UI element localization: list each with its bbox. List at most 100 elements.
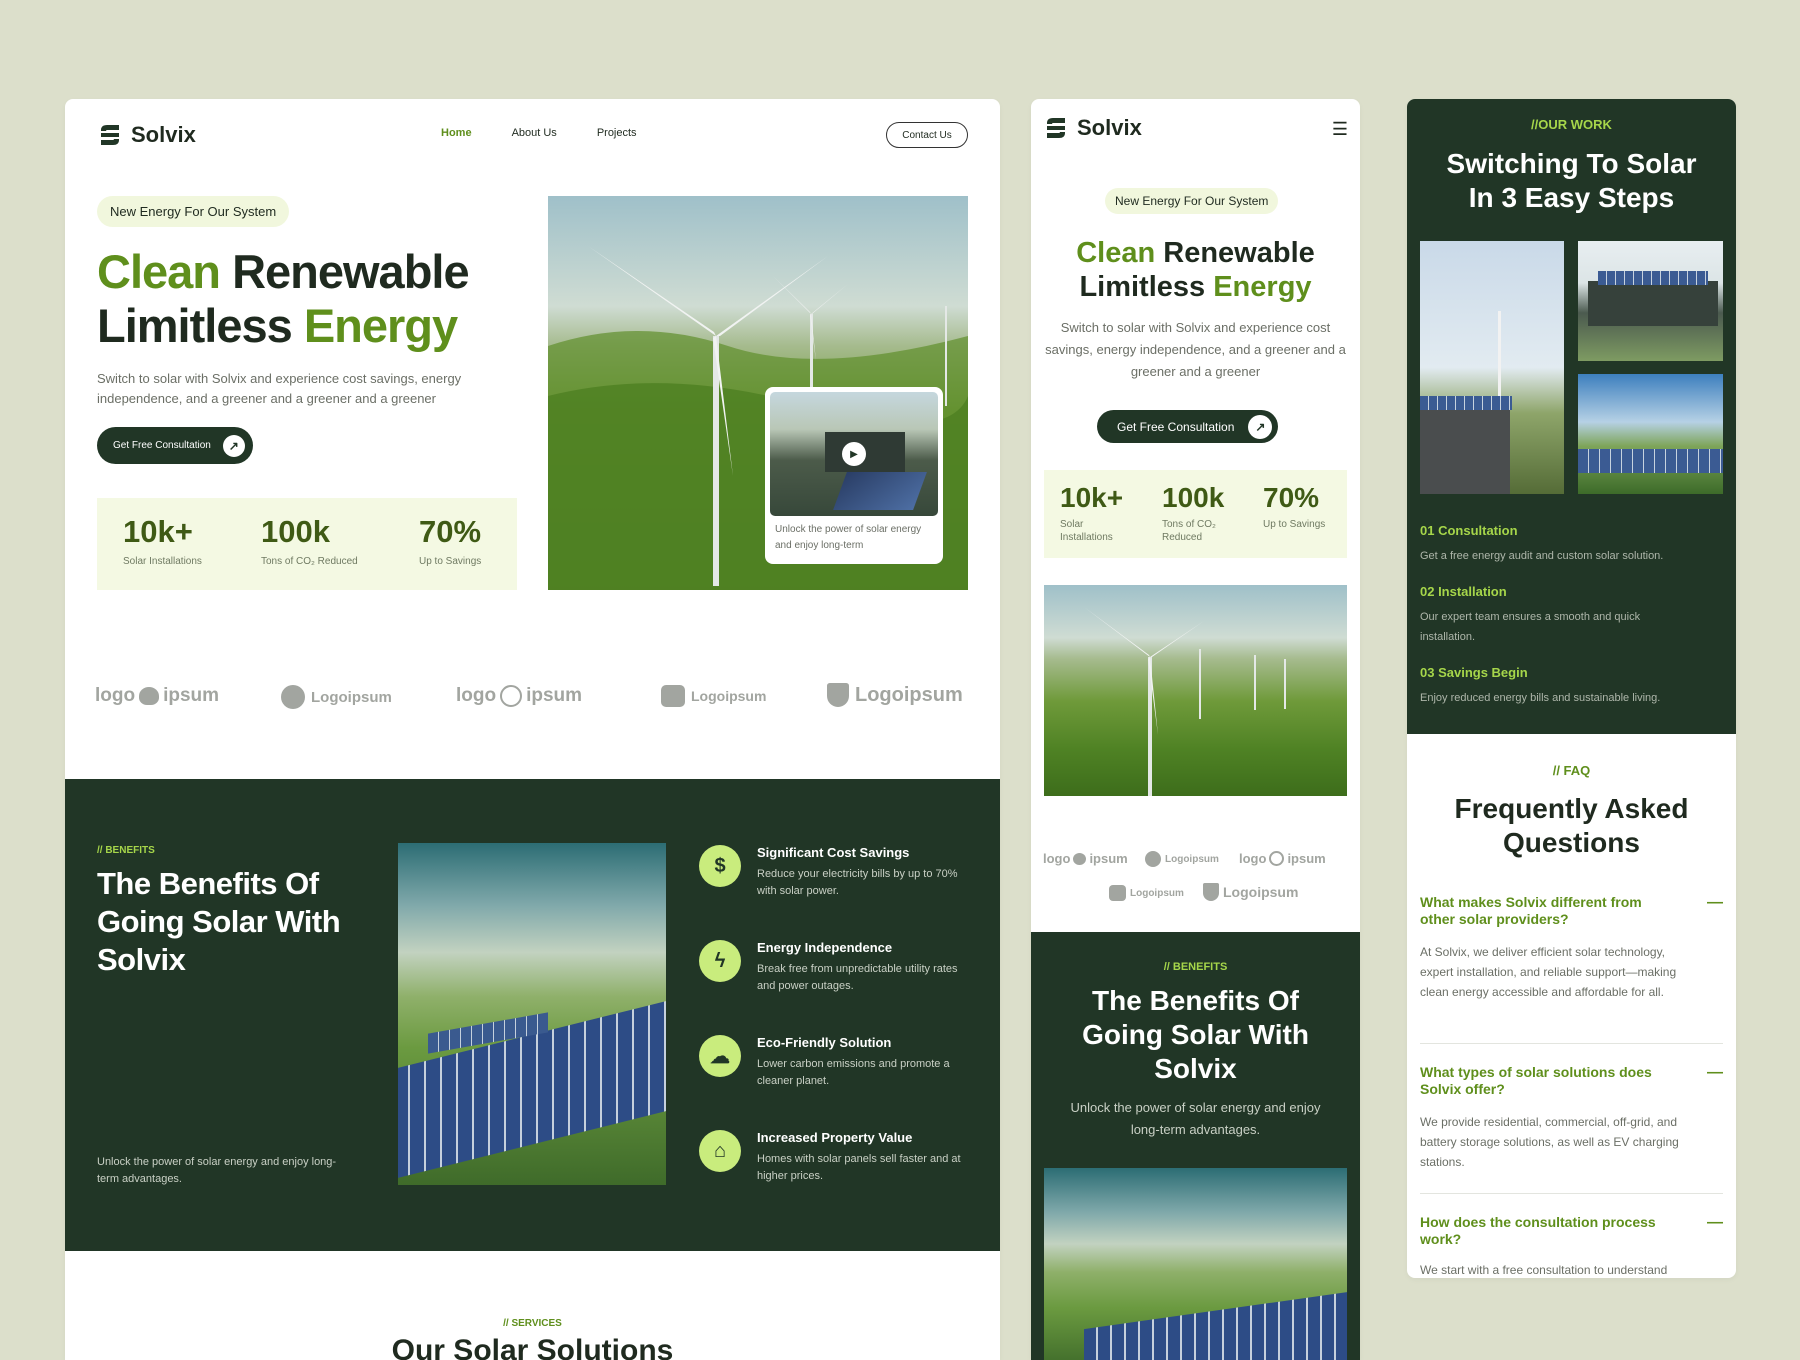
turbine-house-image xyxy=(1420,241,1564,494)
work-title: Switching To Solar In 3 Easy Steps xyxy=(1446,148,1697,213)
desktop-header: Solvix Home About Us Projects Contact Us xyxy=(97,117,968,153)
faq-answer: We start with a free consultation to und… xyxy=(1420,1263,1668,1277)
work-section: //OUR WORK Switching To Solar In 3 Easy … xyxy=(1407,99,1736,734)
arrow-icon: ↗ xyxy=(1248,414,1273,439)
mobile-stats: 10k+ Solar Installations 100k Tons of CO… xyxy=(1044,470,1347,558)
work-faq-panel: //OUR WORK Switching To Solar In 3 Easy … xyxy=(1407,99,1736,1278)
bear-icon xyxy=(1073,852,1087,865)
solar-field-image xyxy=(398,843,666,1185)
solvix-logo-icon xyxy=(1047,118,1065,138)
face-icon xyxy=(661,685,685,707)
faq-item[interactable]: How does the consultation process work? … xyxy=(1420,1194,1723,1278)
mobile-cta-button[interactable]: Get Free Consultation ↗ xyxy=(1097,410,1279,443)
faq-list: What makes Solvix different from other s… xyxy=(1420,894,1723,1278)
faq-tag: // FAQ xyxy=(1552,763,1591,778)
collapse-dash-icon[interactable]: — xyxy=(1707,1214,1723,1232)
brand-name: Solvix xyxy=(131,122,196,147)
partner-logo: Logoipsum xyxy=(1145,851,1219,867)
benefit-item: ☁ Eco-Friendly Solution Lower carbon emi… xyxy=(699,1035,969,1130)
faq-item[interactable]: What makes Solvix different from other s… xyxy=(1420,894,1723,1044)
stat-item: 10k+ Solar Installations xyxy=(123,514,202,567)
mobile-benefits-section: // BENEFITS The Benefits Of Going Solar … xyxy=(1031,932,1360,1360)
stat-item: 100k Tons of CO₂ Reduced xyxy=(261,514,358,567)
wind-turbine-illustration xyxy=(1084,607,1286,796)
stat-item: 70% Up to Savings xyxy=(1263,482,1326,530)
brand-logo[interactable]: Solvix xyxy=(1043,115,1348,141)
stat-item: 10k+ Solar Installations xyxy=(1060,482,1124,543)
faq-question[interactable]: How does the consultation process work? xyxy=(1420,1214,1660,1248)
hero-cta-label: Get Free Consultation xyxy=(113,440,211,451)
stat-item: 100k Tons of CO₂ Reduced xyxy=(1162,482,1225,543)
hero-word-limitless: Limitless xyxy=(97,299,293,352)
mobile-solar-field-image xyxy=(1044,1168,1347,1360)
stat-item: 70% Up to Savings xyxy=(419,514,482,567)
hero-word-energy: Energy xyxy=(303,299,458,352)
mobile-partner-logos: logo ipsum Logoipsum logo ipsum Logoipsu… xyxy=(1043,851,1348,911)
benefit-item: ϟ Energy Independence Break free from un… xyxy=(699,940,969,1035)
faq-item[interactable]: What types of solar solutions does Solvi… xyxy=(1420,1044,1723,1194)
video-caption: Unlock the power of solar energy and enj… xyxy=(775,524,922,551)
hero-description: Switch to solar with Solvix and experien… xyxy=(97,371,462,406)
benefit-item: ⌂ Increased Property Value Homes with so… xyxy=(699,1130,969,1225)
flower-icon xyxy=(1145,851,1161,867)
step-item: 03 Savings Begin Enjoy reduced energy bi… xyxy=(1420,665,1661,704)
hero-tag: New Energy For Our System xyxy=(97,196,290,227)
mobile-header: Solvix ☰ xyxy=(1043,115,1348,145)
partner-logo: Logoipsum xyxy=(661,685,766,707)
benefits-title: The Benefits Of Going Solar With Solvix xyxy=(97,866,341,977)
play-button[interactable]: ▶ xyxy=(842,442,866,466)
video-card[interactable]: ▶ Unlock the power of solar energy and e… xyxy=(765,387,943,564)
mobile-page: Solvix ☰ New Energy For Our System Clean… xyxy=(1031,99,1360,1360)
eco-cloud-icon: ☁ xyxy=(699,1035,741,1077)
nav-about[interactable]: About Us xyxy=(512,127,557,139)
partner-logo: logo ipsum xyxy=(95,685,220,706)
partner-logos: logo ipsum Logoipsum logo ipsum Logoipsu… xyxy=(95,679,975,713)
face-icon xyxy=(1109,885,1126,901)
house-video-thumbnail: ▶ xyxy=(770,392,938,516)
collapse-dash-icon[interactable]: — xyxy=(1707,894,1723,912)
play-icon: ▶ xyxy=(850,448,858,460)
brand-logo[interactable]: Solvix xyxy=(97,122,196,148)
dollar-icon: $ xyxy=(699,845,741,887)
contact-label: Contact Us xyxy=(902,129,952,141)
services-title: Our Solar Solutions xyxy=(391,1334,674,1360)
hero-title: Clean Renewable Limitless Energy xyxy=(97,245,517,353)
partner-logo: Logoipsum xyxy=(827,683,963,707)
benefits-section: // BENEFITS The Benefits Of Going Solar … xyxy=(65,779,1000,1251)
partner-logo: Logoipsum xyxy=(1109,885,1184,901)
mobile-wind-turbine-image xyxy=(1044,585,1347,796)
step-list: 01 Consultation Get a free energy audit … xyxy=(1420,523,1720,708)
faq-title: Frequently Asked Questions xyxy=(1454,793,1689,858)
contact-button[interactable]: Contact Us xyxy=(886,122,968,148)
faq-question[interactable]: What makes Solvix different from other s… xyxy=(1420,894,1680,928)
solar-farm-turbines-image xyxy=(1578,374,1723,494)
faq-answer: We provide residential, commercial, off-… xyxy=(1420,1115,1679,1169)
mobile-hero-description: Switch to solar with Solvix and experien… xyxy=(1045,320,1346,379)
benefit-list: $ Significant Cost Savings Reduce your e… xyxy=(699,845,969,1225)
partner-logo: logo ipsum xyxy=(1043,851,1128,866)
benefits-description: Unlock the power of solar energy and enj… xyxy=(97,1156,337,1185)
shield-icon xyxy=(827,683,849,707)
nav-projects[interactable]: Projects xyxy=(597,127,637,139)
nav-home[interactable]: Home xyxy=(441,127,472,139)
lightning-icon: ϟ xyxy=(699,940,741,982)
hero-wind-turbine-image: ▶ Unlock the power of solar energy and e… xyxy=(548,196,968,590)
faq-answer: At Solvix, we deliver efficient solar te… xyxy=(1420,945,1677,999)
faq-question[interactable]: What types of solar solutions does Solvi… xyxy=(1420,1064,1660,1098)
benefits-tag: // BENEFITS xyxy=(97,845,155,856)
collapse-dash-icon[interactable]: — xyxy=(1707,1064,1723,1082)
hero-cta-button[interactable]: Get Free Consultation ↗ xyxy=(97,427,253,464)
menu-icon[interactable]: ☰ xyxy=(1332,119,1348,140)
mobile-hero-title: Clean Renewable Limitless Energy xyxy=(1076,237,1315,303)
work-tag: //OUR WORK xyxy=(1531,117,1612,132)
globe-icon xyxy=(1269,851,1285,866)
partner-logo: logo ipsum xyxy=(456,685,583,707)
mobile-benefits-title: The Benefits Of Going Solar With Solvix xyxy=(1082,985,1309,1084)
partner-logo: logo ipsum xyxy=(1239,851,1326,866)
desktop-page: Solvix Home About Us Projects Contact Us… xyxy=(65,99,1000,1360)
flower-icon xyxy=(281,685,305,709)
hero-word-clean: Clean xyxy=(97,245,221,298)
mobile-benefits-tag: // BENEFITS xyxy=(1163,961,1228,973)
services-tag: // SERVICES xyxy=(503,1318,562,1329)
partner-logo: Logoipsum xyxy=(281,685,392,709)
